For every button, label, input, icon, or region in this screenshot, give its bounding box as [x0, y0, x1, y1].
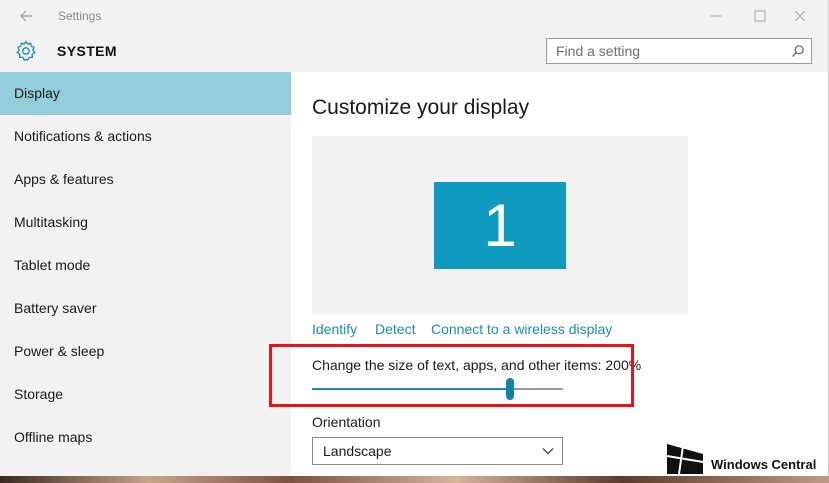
- settings-window: Settings SYSTEM Display Notifications & …: [0, 0, 829, 476]
- sidebar-item-offline-maps[interactable]: Offline maps: [0, 416, 291, 459]
- sidebar-item-tablet-mode[interactable]: Tablet mode: [0, 244, 291, 287]
- close-icon[interactable]: [790, 6, 810, 26]
- wireless-display-link[interactable]: Connect to a wireless display: [431, 321, 612, 337]
- highlight-annotation: [269, 344, 634, 407]
- windows-central-logo-icon: [666, 444, 704, 475]
- maximize-icon[interactable]: [750, 6, 770, 26]
- orientation-selected-value: Landscape: [323, 443, 392, 459]
- identify-link[interactable]: Identify: [312, 321, 357, 337]
- sidebar-item-power-sleep[interactable]: Power & sleep: [0, 330, 291, 373]
- sidebar-item-notifications[interactable]: Notifications & actions: [0, 115, 291, 158]
- monitor-tile[interactable]: 1: [434, 182, 566, 269]
- watermark: Windows Central: [665, 440, 827, 476]
- display-arrangement-area: 1: [312, 136, 688, 315]
- search-input[interactable]: [547, 39, 783, 63]
- sidebar-item-apps-features[interactable]: Apps & features: [0, 158, 291, 201]
- detect-link[interactable]: Detect: [375, 321, 415, 337]
- chevron-down-icon: [542, 448, 554, 455]
- main-content: Customize your display 1 Identify Detect…: [291, 72, 828, 476]
- title-bar: Settings: [0, 0, 828, 32]
- sidebar-item-battery-saver[interactable]: Battery saver: [0, 287, 291, 330]
- sidebar-item-display[interactable]: Display: [0, 72, 291, 115]
- page-title: Customize your display: [312, 96, 530, 119]
- sidebar-item-multitasking[interactable]: Multitasking: [0, 201, 291, 244]
- search-box[interactable]: [546, 38, 812, 64]
- watermark-text: Windows Central: [711, 457, 817, 472]
- window-title: Settings: [58, 9, 102, 23]
- search-icon[interactable]: [791, 44, 805, 58]
- sidebar-item-storage[interactable]: Storage: [0, 373, 291, 416]
- section-title: SYSTEM: [57, 43, 117, 59]
- orientation-label: Orientation: [312, 414, 381, 430]
- orientation-dropdown[interactable]: Landscape: [312, 437, 563, 465]
- gear-icon: [16, 40, 36, 62]
- minimize-icon[interactable]: [706, 6, 726, 26]
- sidebar: Display Notifications & actions Apps & f…: [0, 72, 291, 476]
- back-arrow-icon[interactable]: [18, 7, 36, 25]
